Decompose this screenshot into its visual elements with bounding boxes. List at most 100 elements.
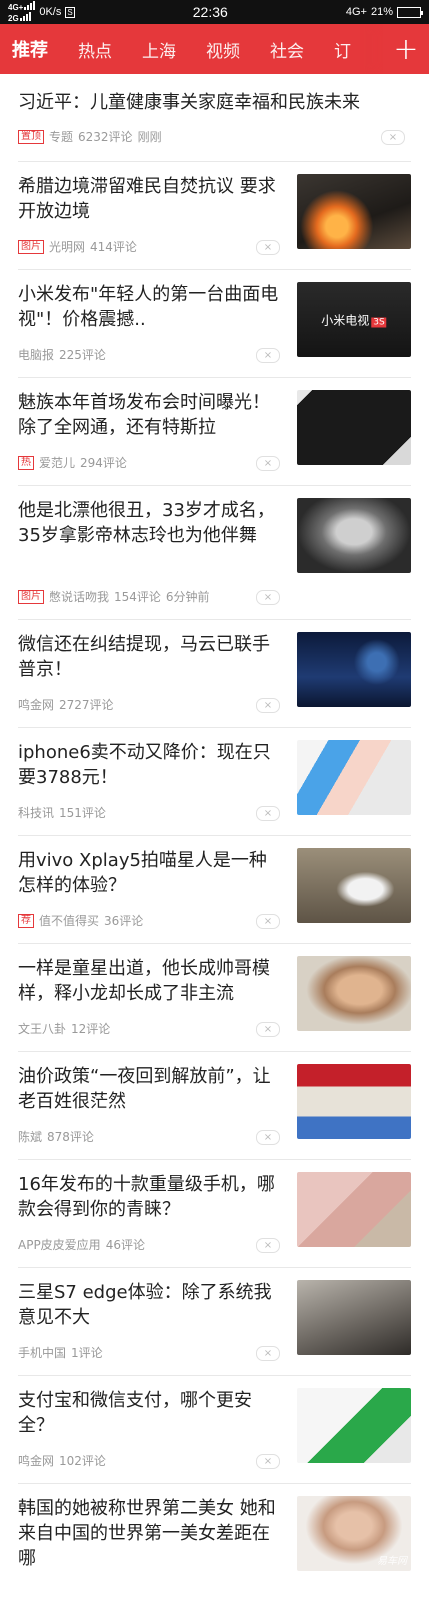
tv-promo-photo[interactable]: 小米电视 3S	[297, 282, 411, 357]
news-meta: APP皮皮爱应用 46评论	[18, 1236, 145, 1253]
payment-app-photo[interactable]	[297, 1388, 411, 1463]
news-source: 科技讯	[18, 806, 55, 820]
news-item[interactable]: 微信还在纠结提现，马云已联手普京！ 鸣金网 2727评论 ×	[18, 620, 411, 728]
news-title[interactable]: 希腊边境滞留难民自焚抗议 要求开放边境	[18, 174, 280, 224]
comment-count: 2727评论	[59, 698, 114, 712]
status-left: 4G+ 2G 0K/s S	[8, 1, 75, 23]
news-title[interactable]: 他是北漂他很丑，33岁才成名，35岁拿影帝林志玲也为他伴舞	[18, 498, 280, 548]
news-meta: 科技讯 151评论	[18, 804, 106, 821]
news-title[interactable]: 习近平：儿童健康事关家庭幸福和民族未来	[18, 90, 411, 115]
news-source: 鸣金网	[18, 1454, 55, 1468]
tab-shanghai[interactable]: 上海	[142, 37, 176, 62]
child-portrait-photo[interactable]	[297, 498, 411, 573]
news-item[interactable]: 魅族本年首场发布会时间曝光！除了全网通，还有特斯拉热爱范儿 294评论 ×	[18, 378, 411, 486]
news-title[interactable]: 一样是童星出道，他长成帅哥模样，释小龙却长成了非主流	[18, 956, 280, 1006]
phones-photo[interactable]	[297, 740, 411, 815]
dismiss-button[interactable]: ×	[256, 1346, 280, 1361]
thumb-caption-badge: 3S	[371, 317, 387, 327]
news-item-text: 用vivo Xplay5拍喵星人是一种怎样的体验？ 荐值不值得买 36评论 ×	[18, 848, 280, 943]
dismiss-button[interactable]: ×	[256, 240, 280, 255]
dismiss-button[interactable]: ×	[256, 914, 280, 929]
news-item[interactable]: 油价政策“一夜回到解放前”，让老百姓很茫然陈斌 878评论 ×	[18, 1052, 411, 1160]
dismiss-button[interactable]: ×	[256, 1022, 280, 1037]
news-tag-badge: 图片	[18, 589, 44, 604]
news-item[interactable]: 希腊边境滞留难民自焚抗议 要求开放边境 图片 光明网 414评论 ×	[18, 162, 411, 270]
sim-icon: S	[65, 6, 75, 18]
comment-count: 878评论	[47, 1130, 94, 1144]
news-title[interactable]: 三星S7 edge体验：除了系统我意见不大	[18, 1280, 280, 1330]
network-type: 4G+	[345, 6, 367, 18]
news-title[interactable]: 支付宝和微信支付，哪个更安全？	[18, 1388, 280, 1438]
comment-count: 414评论	[90, 240, 137, 254]
news-meta: 热爱范儿 294评论	[18, 454, 127, 471]
dismiss-button[interactable]: ×	[256, 456, 280, 471]
thumb-watermark: 易车网	[377, 1556, 407, 1567]
comment-count: 46评论	[105, 1238, 145, 1252]
news-item[interactable]: 他是北漂他很丑，33岁才成名，35岁拿影帝林志玲也为他伴舞 图片 憋说话吻我 154评…	[18, 486, 411, 620]
channel-nav: 推荐 热点 上海 视频 社会 订 +	[0, 24, 429, 74]
news-item-text: 小米发布"年轻人的第一台曲面电视"！价格震撼.. 电脑报 225评论 ×	[18, 282, 280, 377]
tab-video[interactable]: 视频	[206, 37, 240, 62]
comment-count: 12评论	[71, 1022, 111, 1036]
news-meta: 鸣金网 102评论	[18, 1452, 106, 1469]
news-title[interactable]: 用vivo Xplay5拍喵星人是一种怎样的体验？	[18, 848, 280, 898]
news-item-text: 他是北漂他很丑，33岁才成名，35岁拿影帝林志玲也为他伴舞 图片 憋说话吻我 154评…	[18, 498, 280, 619]
news-title[interactable]: 小米发布"年轻人的第一台曲面电视"！价格震撼..	[18, 282, 280, 332]
news-item[interactable]: 一样是童星出道，他长成帅哥模样，释小龙却长成了非主流文王八卦 12评论 ×	[18, 944, 411, 1052]
news-title[interactable]: 微信还在纠结提现，马云已联手普京！	[18, 632, 280, 682]
news-item-text: 微信还在纠结提现，马云已联手普京！ 鸣金网 2727评论 ×	[18, 632, 280, 727]
boy-portrait-photo[interactable]	[297, 956, 411, 1031]
news-source: 文王八卦	[18, 1022, 67, 1036]
dismiss-button[interactable]: ×	[256, 806, 280, 821]
news-source: 陈斌	[18, 1130, 43, 1144]
stage-speaker-photo[interactable]	[297, 632, 411, 707]
news-source: 专题	[49, 130, 74, 144]
news-item-text: iphone6卖不动又降价：现在只要3788元！ 科技讯 151评论 ×	[18, 740, 280, 835]
news-item-text: 16年发布的十款重量级手机，哪款会得到你的青睐？ APP皮皮爱应用 46评论 ×	[18, 1172, 280, 1267]
dismiss-button[interactable]: ×	[256, 1454, 280, 1469]
news-source: 电脑报	[18, 348, 55, 362]
gas-station-photo[interactable]	[297, 1064, 411, 1139]
comment-count: 225评论	[59, 348, 106, 362]
dismiss-button[interactable]: ×	[256, 1130, 280, 1145]
fire-protest-photo[interactable]	[297, 174, 411, 249]
dismiss-button[interactable]: ×	[256, 698, 280, 713]
news-tag-badge: 置顶	[18, 129, 44, 144]
news-source: APP皮皮爱应用	[18, 1238, 101, 1252]
news-feed: 习近平：儿童健康事关家庭幸福和民族未来 置顶 专题 6232评论 刚刚 × 希腊边境滞留难民…	[0, 74, 429, 1600]
cat-photo[interactable]	[297, 848, 411, 923]
news-title[interactable]: 油价政策“一夜回到解放前”，让老百姓很茫然	[18, 1064, 280, 1114]
dismiss-button[interactable]: ×	[256, 348, 280, 363]
news-title[interactable]: 16年发布的十款重量级手机，哪款会得到你的青睐？	[18, 1172, 280, 1222]
dismiss-button[interactable]: ×	[256, 590, 280, 605]
news-item-text: 习近平：儿童健康事关家庭幸福和民族未来 置顶 专题 6232评论 刚刚 ×	[18, 90, 411, 161]
news-item-text: 希腊边境滞留难民自焚抗议 要求开放边境 图片 光明网 414评论 ×	[18, 174, 280, 269]
tab-hot[interactable]: 热点	[78, 37, 112, 62]
news-item[interactable]: 用vivo Xplay5拍喵星人是一种怎样的体验？ 荐值不值得买 36评论 ×	[18, 836, 411, 944]
tv-screen-photo[interactable]	[297, 390, 411, 465]
pink-phone-photo[interactable]	[297, 1172, 411, 1247]
tab-society[interactable]: 社会	[270, 37, 304, 62]
news-title[interactable]: iphone6卖不动又降价：现在只要3788元！	[18, 740, 280, 790]
news-item[interactable]: 16年发布的十款重量级手机，哪款会得到你的青睐？ APP皮皮爱应用 46评论 ×	[18, 1160, 411, 1268]
galaxy-phone-photo[interactable]	[297, 1280, 411, 1355]
news-tag-badge: 图片	[18, 239, 44, 254]
news-item[interactable]: 小米发布"年轻人的第一台曲面电视"！价格震撼.. 电脑报 225评论 × 小米电视 3S	[18, 270, 411, 378]
publish-time: 刚刚	[137, 130, 162, 144]
dismiss-button[interactable]: ×	[256, 1238, 280, 1253]
comment-count: 102评论	[59, 1454, 106, 1468]
news-meta: 鸣金网 2727评论	[18, 696, 114, 713]
news-title[interactable]: 韩国的她被称世界第二美女 她和来自中国的世界第一美女差距在哪	[18, 1496, 280, 1571]
add-channel-button[interactable]: +	[383, 24, 429, 74]
news-item[interactable]: 三星S7 edge体验：除了系统我意见不大 手机中国 1评论 ×	[18, 1268, 411, 1376]
news-item[interactable]: 习近平：儿童健康事关家庭幸福和民族未来 置顶 专题 6232评论 刚刚 ×	[18, 74, 411, 162]
news-item[interactable]: iphone6卖不动又降价：现在只要3788元！ 科技讯 151评论 ×	[18, 728, 411, 836]
tab-recommend[interactable]: 推荐	[12, 36, 48, 62]
dismiss-button[interactable]: ×	[381, 130, 405, 145]
news-title[interactable]: 魅族本年首场发布会时间曝光！除了全网通，还有特斯拉	[18, 390, 280, 440]
tab-subscribe[interactable]: 订	[334, 37, 351, 62]
woman-portrait-photo[interactable]: 易车网	[297, 1496, 411, 1571]
news-item[interactable]: 支付宝和微信支付，哪个更安全？ 鸣金网 102评论 ×	[18, 1376, 411, 1484]
news-meta: 荐值不值得买 36评论	[18, 912, 143, 929]
news-item[interactable]: 韩国的她被称世界第二美女 她和来自中国的世界第一美女差距在哪易车网	[18, 1484, 411, 1600]
